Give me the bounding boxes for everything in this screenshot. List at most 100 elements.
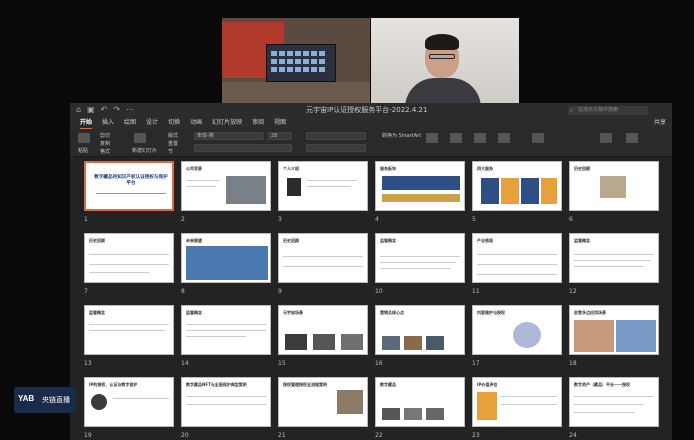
save-icon[interactable]: ▣ [87,103,95,117]
slide-thumbnail[interactable]: 历史回顾 [84,233,174,283]
slide-title: 数字藏品 [380,382,396,387]
redo-icon[interactable]: ↷ [113,103,120,117]
floor [222,82,370,104]
video-feed-venue [222,18,370,104]
menu-bar: 开始 插入 绘图 设计 切换 动画 幻灯片放映 审阅 视图 [70,117,672,129]
tab-review[interactable]: 审阅 [252,117,264,129]
new-slide-icon[interactable] [134,133,146,143]
ribbon-toolbar: 粘贴 剪切 复制 格式 新建幻灯片 版式 重置 节 宋体-简 28 转换为 Sm… [70,129,672,157]
share-button[interactable]: 共享 [654,117,666,129]
shapes-icon[interactable] [450,133,462,143]
broadcast-logo: YAB 央链直播 [14,387,76,413]
logo-text: 央链直播 [42,396,70,404]
document-title: 元宇宙IP认证授权服务平台-2022.4.21 [306,106,428,114]
tab-transitions[interactable]: 切换 [168,117,180,129]
slide-number: 3 [278,216,282,223]
tab-design[interactable]: 设计 [146,117,158,129]
slide-thumbnail[interactable]: 服务板块 [375,161,465,211]
slide-number: 16 [375,360,383,367]
paste-icon[interactable] [78,133,90,143]
tab-slideshow[interactable]: 幻灯片放映 [212,117,242,129]
slide-thumbnail[interactable]: 营销及核心点 [375,305,465,355]
slide-number: 12 [569,288,577,295]
slide-thumbnail[interactable]: 监管概念 [181,305,271,355]
slide-title: 内容维护与授权 [477,310,505,315]
slide-thumbnail[interactable]: 数字资产（藏品）平台——授权 [569,377,659,427]
home-icon[interactable]: ⌂ [76,103,81,117]
slide-title: 授权管理授权全流程案例 [283,382,327,387]
quick-styles-icon[interactable] [498,133,510,143]
section-button[interactable]: 节 [168,148,173,155]
slide-thumbnail[interactable]: 授权管理授权全流程案例 [278,377,368,427]
slide-number: 21 [278,432,286,439]
slide-thumbnail[interactable]: 未来展望 [181,233,271,283]
slide-thumbnail[interactable]: 监管概念 [569,233,659,283]
slide-title: 监管概念 [186,310,202,315]
slide-thumbnail[interactable]: 监管概念 [84,305,174,355]
dictate-icon[interactable] [600,133,612,143]
slide-number: 9 [278,288,282,295]
arrange-icon[interactable] [474,133,486,143]
slide-thumbnail[interactable]: 历史回顾 [569,161,659,211]
slide-title: 产业格局 [477,238,493,243]
slide-thumbnail[interactable]: 四大服务 [472,161,562,211]
slide-number: 17 [472,360,480,367]
slide-thumbnail[interactable]: IP的授权、认证与数字保护 [84,377,174,427]
slide-number: 13 [84,360,92,367]
tab-draw[interactable]: 绘图 [124,117,136,129]
more-icon[interactable]: ⋯ [126,103,134,117]
slide-title: 公司背景 [186,166,202,171]
slide-number: 4 [375,216,379,223]
slide-title: 历史回顾 [283,238,299,243]
video-feed-speaker [371,18,519,104]
slide-title: 营销及核心点 [380,310,404,315]
slide-thumbnail[interactable]: IP价值评估 [472,377,562,427]
cut-button[interactable]: 剪切 [100,132,110,139]
slide-thumbnail[interactable]: 监管概念 [375,233,465,283]
shape-fill-icon[interactable] [532,133,544,143]
layout-button[interactable]: 版式 [168,132,178,139]
slide-number: 2 [181,216,185,223]
paragraph-row-1[interactable] [306,132,366,140]
font-style-row[interactable] [194,144,292,152]
venue-screen [266,44,336,82]
tab-view[interactable]: 视图 [274,117,286,129]
slide-thumbnail[interactable]: 数字藏品NFT与全面保护典型案例 [181,377,271,427]
slide-title: 数字藏品NFT与全面保护典型案例 [186,382,247,387]
search-input[interactable]: ⌕ 在演示文稿中搜索 [568,106,648,115]
logo-mark: YAB [18,394,35,403]
slide-thumbnail[interactable]: 内容维护与授权 [472,305,562,355]
slide-title: 服务板块 [380,166,396,171]
slide-number: 5 [472,216,476,223]
reset-button[interactable]: 重置 [168,140,178,147]
slide-title: 四大服务 [477,166,493,171]
slide-number: 14 [181,360,189,367]
slide-number: 23 [472,432,480,439]
convert-smartart-button[interactable]: 转换为 SmartArt [382,132,421,139]
slide-number: 1 [84,216,88,223]
font-name-select[interactable]: 宋体-简 [194,132,264,140]
slide-number: 18 [569,360,577,367]
copy-button[interactable]: 复制 [100,140,110,147]
picture-icon[interactable] [426,133,438,143]
tab-home[interactable]: 开始 [80,117,93,129]
tab-animations[interactable]: 动画 [190,117,202,129]
slide-thumbnail[interactable]: 产业格局 [472,233,562,283]
slide-title: 历史回顾 [89,238,105,243]
slide-thumbnail[interactable]: 历史回顾 [278,233,368,283]
designer-icon[interactable] [626,133,638,143]
font-size-select[interactable]: 28 [268,132,292,140]
slide-thumbnail[interactable]: 元宇宙场景 [278,305,368,355]
tab-insert[interactable]: 插入 [102,117,114,129]
format-painter-button[interactable]: 格式 [100,148,110,155]
paste-button[interactable]: 粘贴 [78,147,88,154]
paragraph-row-2[interactable] [306,144,366,152]
undo-icon[interactable]: ↶ [101,103,108,117]
slide-thumbnail[interactable]: 个人介绍 [278,161,368,211]
slide-thumbnail[interactable]: 数字藏品的知识产权认证授权与保护平台 [84,161,174,211]
slide-thumbnail[interactable]: 公司背景 [181,161,271,211]
new-slide-button[interactable]: 新建幻灯片 [132,147,157,154]
slide-thumbnail[interactable]: 数字藏品 [375,377,465,427]
slide-title: 监管概念 [574,238,590,243]
slide-thumbnail[interactable]: 创意多边应用场景 [569,305,659,355]
